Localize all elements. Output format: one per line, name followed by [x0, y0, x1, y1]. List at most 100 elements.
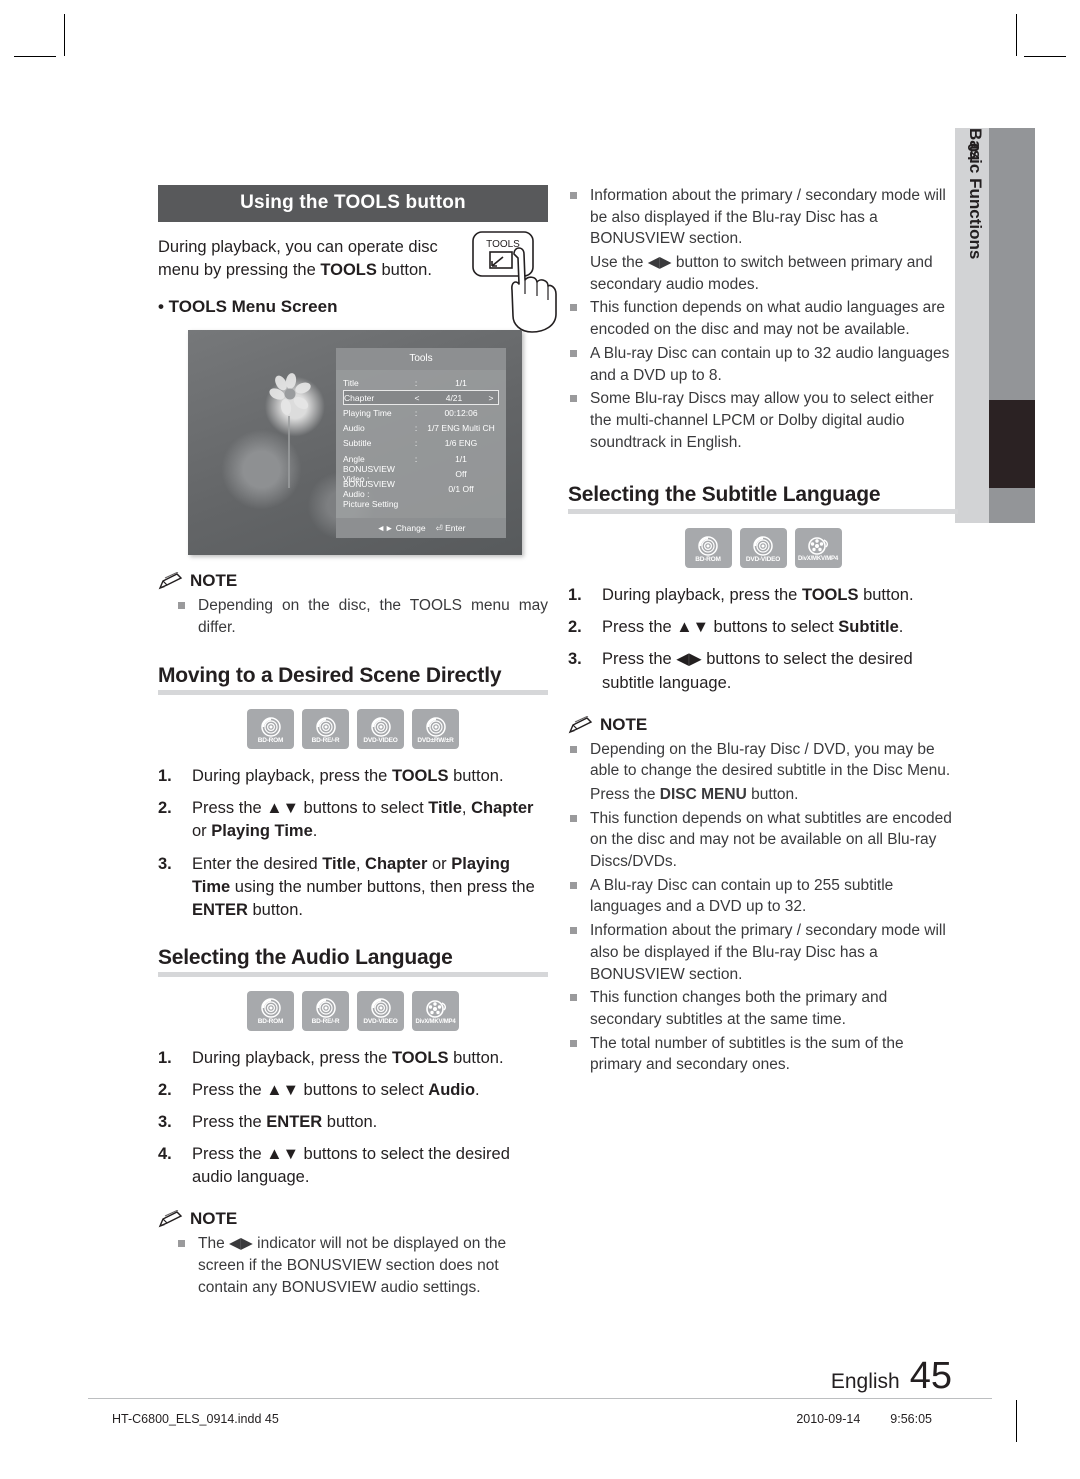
disc-icons-subtitle: BD-ROM DVD-VIDEO DivX/MKV/MP4 [568, 528, 958, 569]
disc-glyph-icon [807, 535, 829, 557]
osd-row-key: Playing Time [343, 407, 392, 418]
note-item: Depending on the disc, the TOOLS menu ma… [176, 595, 548, 638]
left-right-arrow-icon: ◄► [376, 523, 394, 533]
osd-row-separator: : [414, 407, 418, 418]
right-column: Information about the primary / secondar… [568, 185, 958, 1078]
osd-row[interactable]: Picture Setting [343, 497, 499, 512]
note-subtitle: NOTE Depending on the Blu-ray Disc / DVD… [568, 715, 958, 1076]
heading-rule-audio [158, 971, 548, 977]
disc-icon-divx-mkv-mp4: DivX/MKV/MP4 [794, 528, 842, 569]
note-item: This function changes both the primary a… [568, 987, 958, 1030]
step-text: Press the ENTER button. [192, 1112, 378, 1131]
note-item: The total number of subtitles is the sum… [568, 1033, 958, 1076]
heading-audio-language: Selecting the Audio Language [158, 945, 453, 969]
osd-row[interactable]: BONUSVIEW Audio : 0/1 Off [343, 479, 499, 499]
disc-label: DVD-VIDEO [745, 555, 781, 563]
note-header-3: NOTE [568, 715, 958, 735]
step-text: Press the ▲▼ buttons to select Title, Ch… [192, 799, 534, 841]
side-bar-dark-marker [989, 400, 1035, 488]
footer-rule [88, 1398, 992, 1399]
tools-menu-screenshot: Tools Title: 1/1 Chapter <4/21 > Playing Time… [188, 330, 522, 555]
disc-icon-bd-re-r: BD-RE/-R [302, 990, 349, 1031]
osd-row-next-arrow[interactable]: > [484, 393, 498, 403]
note-item: A Blu-ray Disc can contain up to 255 sub… [568, 875, 958, 918]
disc-glyph-icon [752, 535, 774, 557]
osd-row-value: 1/1 [455, 453, 467, 464]
step-text: Press the ▲▼ buttons to select Audio. [192, 1080, 480, 1099]
note-item-continuation: Press the DISC MENU button. [590, 786, 799, 803]
osd-row-value: 1/1 [455, 377, 467, 388]
disc-label: BD-ROM [257, 1018, 284, 1026]
step-number: 1. [568, 586, 582, 605]
step-item: 4. Press the ▲▼ buttons to select the des… [158, 1143, 548, 1189]
note-tools-menu: NOTE Depending on the disc, the TOOLS me… [158, 571, 548, 638]
note-item: This function depends on what subtitles … [568, 808, 958, 873]
note-heading-text: NOTE [600, 714, 648, 734]
disc-glyph-icon [425, 716, 447, 738]
footer-timestamp: 2010-09-14 9:56:05 [796, 1412, 932, 1426]
disc-icon-bd-rom: BD-ROM [247, 990, 294, 1031]
disc-glyph-icon [697, 535, 719, 557]
disc-label: DivX/MKV/MP4 [798, 556, 838, 563]
disc-icon-dvd-video: DVD-VIDEO [739, 528, 787, 569]
step-item: 1. During playback, press the TOOLS butto… [158, 765, 548, 788]
language-label: English [830, 1370, 900, 1393]
footer-date: 2010-09-14 [796, 1412, 861, 1426]
pencil-icon [158, 571, 184, 590]
osd-rows: Title: 1/1 Chapter <4/21 > Playing Time: 00:12… [336, 370, 506, 512]
disc-icon-bd-rom: BD-ROM [684, 528, 732, 569]
step-number: 4. [158, 1145, 172, 1164]
note-item: A Blu-ray Disc can contain up to 32 audi… [568, 343, 958, 386]
disc-label: BD-RE/-R [311, 1018, 340, 1026]
intro-line-2-post: button. [376, 261, 432, 280]
step-number: 2. [158, 1080, 172, 1099]
disc-label: DVD-VIDEO [363, 1018, 398, 1026]
crop-mark-top-right [1016, 14, 1017, 56]
note-list-subtitle: Depending on the Blu-ray Disc / DVD, you… [568, 739, 958, 1076]
intro-line-2-pre: menu by pressing the [158, 261, 321, 280]
osd-enter-label: Enter [445, 522, 466, 533]
disc-glyph-icon [370, 997, 392, 1019]
step-text: During playback, press the TOOLS button. [602, 586, 914, 605]
disc-label: BD-ROM [257, 736, 284, 744]
side-tab-label: Basic Functions [966, 128, 985, 260]
pencil-icon [158, 1209, 184, 1228]
note-heading-text: NOTE [190, 1209, 238, 1229]
osd-row[interactable]: Audio:1/7 ENG Multi CH [343, 421, 499, 436]
flower-decoration [268, 372, 314, 418]
osd-row[interactable]: Title: 1/1 [343, 375, 499, 390]
osd-title: Tools [336, 348, 506, 370]
disc-icon-divx-mkv-mp4: DivX/MKV/MP4 [412, 990, 459, 1031]
osd-row-separator: < [414, 392, 420, 403]
disc-label: DivX/MKV/MP4 [415, 1018, 456, 1025]
step-text: Press the ◀▶ buttons to select the desir… [602, 650, 913, 692]
osd-row[interactable]: Chapter <4/21 > [343, 390, 499, 406]
step-number: 3. [158, 854, 172, 873]
note-list-2: The ◀▶ indicator will not be displayed o… [158, 1233, 548, 1298]
osd-row[interactable]: Subtitle: 1/6 ENG [343, 436, 499, 451]
osd-change-hint: ◄► Change [377, 523, 426, 533]
step-number: 3. [158, 1112, 172, 1131]
heading-subtitle-language: Selecting the Subtitle Language [568, 483, 881, 507]
disc-icon-bd-re-r: BD-RE/-R [302, 709, 349, 750]
step-number: 3. [568, 650, 582, 669]
disc-glyph-icon [260, 997, 282, 1019]
osd-row[interactable]: Playing Time: 00:12:06 [343, 405, 499, 420]
disc-label: BD-RE/-R [311, 736, 340, 744]
step-text: During playback, press the TOOLS button. [192, 767, 504, 786]
osd-row-key: Angle [343, 453, 365, 464]
using-tools-bar-heading: Using the TOOLS button [158, 185, 548, 222]
flower-stem [288, 416, 290, 488]
step-text: During playback, press the TOOLS button. [192, 1048, 504, 1067]
osd-row-value: 0/1 Off [448, 483, 474, 494]
osd-row-separator: : [414, 438, 418, 449]
footer-time: 9:56:05 [890, 1412, 932, 1426]
step-text: Enter the desired Title, Chapter or Play… [192, 854, 535, 919]
osd-row-key: Picture Setting [343, 499, 399, 510]
osd-row-separator: : [414, 377, 418, 388]
note-item: Information about the primary / secondar… [568, 185, 958, 250]
step-item: 2. Press the ▲▼ buttons to select Subtitl… [568, 616, 958, 639]
disc-label: DVD±RW/±R [417, 736, 454, 744]
step-item: 2. Press the ▲▼ buttons to select Title, … [158, 797, 548, 843]
note-header: NOTE [158, 571, 548, 591]
